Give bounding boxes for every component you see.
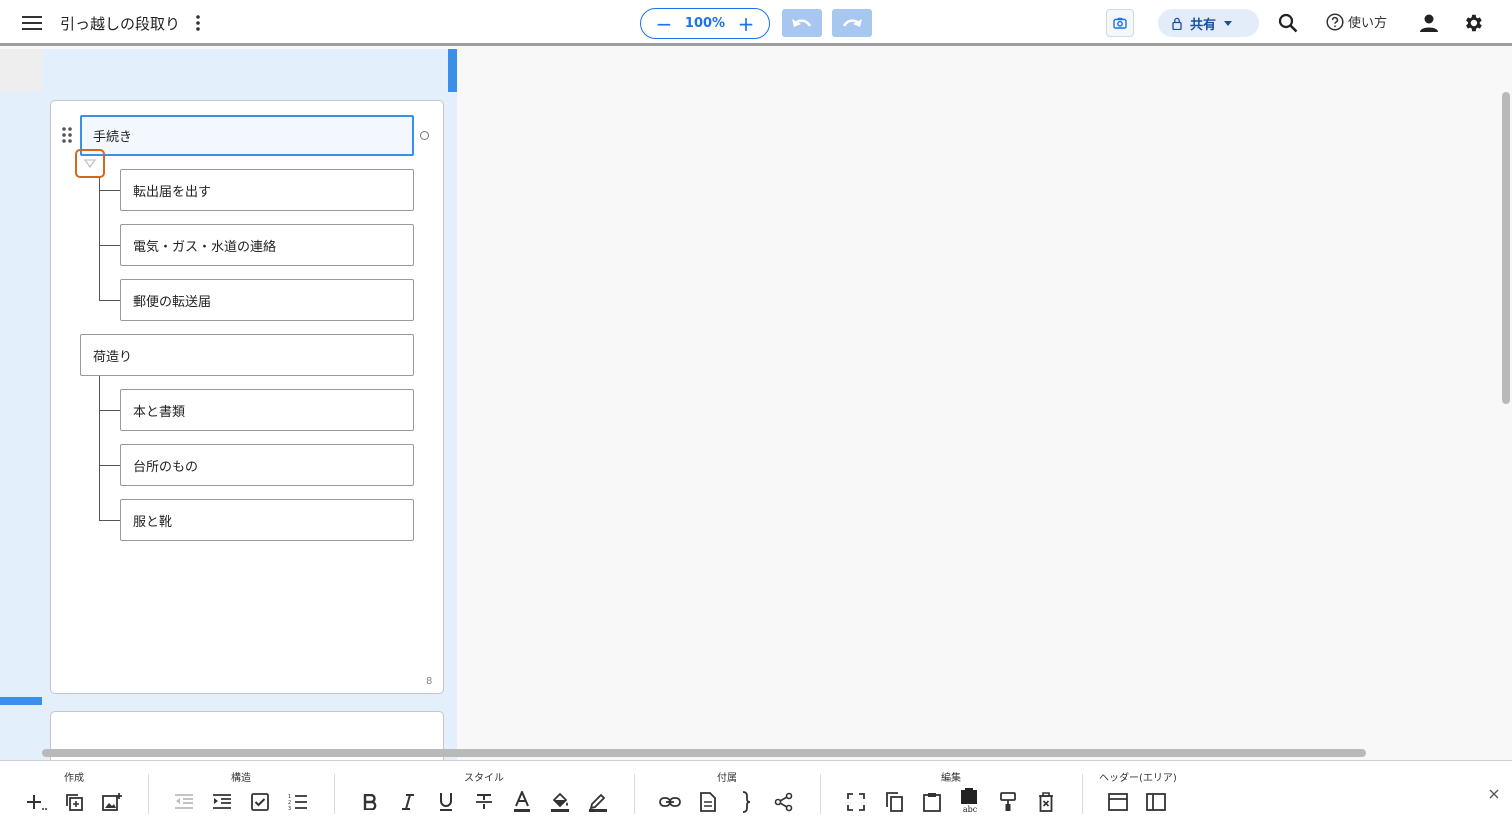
strikethrough-icon[interactable] bbox=[472, 790, 496, 814]
card-node-count: 8 bbox=[426, 676, 433, 687]
outline-node-child[interactable]: 電気・ガス・水道の連絡 bbox=[120, 224, 414, 266]
numbered-list-icon[interactable]: 123 bbox=[286, 790, 310, 814]
format-painter-icon[interactable] bbox=[996, 790, 1020, 814]
bottom-toolbar: 作成 構造 スタイル 付属 編集 ヘッダー(エリア) 123 abc bbox=[0, 760, 1512, 825]
select-frame-icon[interactable] bbox=[844, 790, 868, 814]
add-node-icon[interactable] bbox=[26, 790, 50, 814]
toolbar-divider bbox=[634, 774, 635, 814]
account-icon[interactable] bbox=[1416, 11, 1442, 35]
toolbar-divider bbox=[148, 774, 149, 814]
toolbar-group-label-structure: 構造 bbox=[231, 773, 251, 784]
triangle-down-icon bbox=[84, 159, 96, 168]
close-icon[interactable] bbox=[1485, 785, 1503, 803]
brace-icon[interactable] bbox=[734, 790, 758, 814]
header-window-icon[interactable] bbox=[1106, 790, 1130, 814]
tree-connector bbox=[99, 520, 120, 521]
tree-connector bbox=[99, 245, 120, 246]
outline-node-child[interactable]: 本と書類 bbox=[120, 389, 414, 431]
add-image-icon[interactable] bbox=[100, 790, 124, 814]
toolbar-divider bbox=[820, 774, 821, 814]
outline-node-child[interactable]: 台所のもの bbox=[120, 444, 414, 486]
area-corner bbox=[0, 49, 42, 91]
bold-icon[interactable] bbox=[358, 790, 382, 814]
outline-node-child[interactable]: 郵便の転送届 bbox=[120, 279, 414, 321]
zoom-in-button[interactable]: + bbox=[737, 14, 755, 34]
redo-button[interactable] bbox=[832, 9, 872, 37]
drag-handle-icon[interactable] bbox=[60, 126, 74, 144]
share-node-icon[interactable] bbox=[772, 790, 796, 814]
tree-connector bbox=[99, 190, 120, 191]
toolbar-group-label-create: 作成 bbox=[64, 773, 84, 784]
help-label: 使い方 bbox=[1348, 16, 1388, 31]
highlight-icon[interactable] bbox=[586, 790, 610, 814]
outline-node-child[interactable]: 転出届を出す bbox=[120, 169, 414, 211]
area-left-strip bbox=[0, 49, 42, 760]
document-title[interactable]: 引っ越しの段取り bbox=[60, 13, 180, 34]
share-button[interactable]: 共有 bbox=[1158, 9, 1259, 37]
search-icon[interactable] bbox=[1276, 11, 1300, 35]
gear-icon[interactable] bbox=[1461, 11, 1485, 35]
tree-connector bbox=[99, 410, 120, 411]
vertical-scrollbar[interactable] bbox=[1502, 92, 1510, 404]
redo-icon bbox=[842, 19, 862, 27]
horizontal-scrollbar[interactable] bbox=[42, 749, 1366, 757]
tree-connector bbox=[99, 465, 120, 466]
zoom-level[interactable]: 100% bbox=[685, 16, 725, 31]
outdent-icon[interactable] bbox=[172, 790, 196, 814]
undo-button[interactable] bbox=[782, 9, 822, 37]
document-icon[interactable] bbox=[696, 790, 720, 814]
toolbar-group-label-edit: 編集 bbox=[941, 773, 961, 784]
area-header[interactable] bbox=[42, 49, 457, 92]
text-color-icon[interactable] bbox=[510, 790, 534, 814]
help-button[interactable]: 使い方 bbox=[1326, 12, 1387, 31]
paste-text-icon[interactable]: abc bbox=[958, 787, 982, 815]
collapse-toggle[interactable] bbox=[75, 149, 105, 178]
toolbar-group-label-header-area: ヘッダー(エリア) bbox=[1099, 773, 1177, 784]
tree-connector bbox=[99, 178, 100, 301]
zoom-out-button[interactable]: − bbox=[655, 14, 673, 34]
zoom-control: − 100% + bbox=[640, 8, 770, 39]
tree-connector bbox=[99, 300, 120, 301]
link-icon[interactable] bbox=[658, 790, 682, 814]
delete-icon[interactable] bbox=[1034, 790, 1058, 814]
svg-text:3: 3 bbox=[288, 806, 291, 811]
toolbar-group-label-attach: 付属 bbox=[717, 773, 737, 784]
toolbar-group-label-style: スタイル bbox=[464, 773, 504, 784]
undo-icon bbox=[792, 19, 812, 27]
help-icon bbox=[1326, 12, 1344, 31]
indent-icon[interactable] bbox=[210, 790, 234, 814]
more-vert-icon[interactable] bbox=[188, 10, 208, 36]
share-label: 共有 bbox=[1190, 17, 1217, 33]
node-status-circle-icon[interactable] bbox=[420, 131, 429, 140]
copy-icon[interactable] bbox=[882, 790, 906, 814]
outline-node-child[interactable]: 服と靴 bbox=[120, 499, 414, 541]
toolbar-divider bbox=[334, 774, 335, 814]
fill-color-icon[interactable] bbox=[548, 790, 572, 814]
caret-down-icon bbox=[1224, 20, 1233, 26]
tree-connector bbox=[99, 375, 100, 520]
checkbox-icon[interactable] bbox=[248, 790, 272, 814]
duplicate-icon[interactable] bbox=[62, 790, 86, 814]
outline-node-parent[interactable]: 荷造り bbox=[80, 334, 414, 376]
sidebar-layout-icon[interactable] bbox=[1144, 790, 1168, 814]
underline-icon[interactable] bbox=[434, 790, 458, 814]
area-resize-handle[interactable] bbox=[448, 49, 457, 92]
outline-node-parent[interactable]: 手続き bbox=[80, 115, 414, 156]
toolbar-divider bbox=[1082, 774, 1083, 814]
svg-text:abc: abc bbox=[963, 805, 978, 814]
area-boundary-marker bbox=[0, 697, 42, 705]
lock-icon bbox=[1172, 17, 1182, 30]
app-header: 引っ越しの段取り − 100% + 共有 使い方 bbox=[0, 0, 1512, 46]
camera-icon[interactable] bbox=[1106, 9, 1134, 37]
menu-icon[interactable] bbox=[18, 10, 46, 36]
paste-icon[interactable] bbox=[920, 790, 944, 814]
italic-icon[interactable] bbox=[396, 790, 420, 814]
